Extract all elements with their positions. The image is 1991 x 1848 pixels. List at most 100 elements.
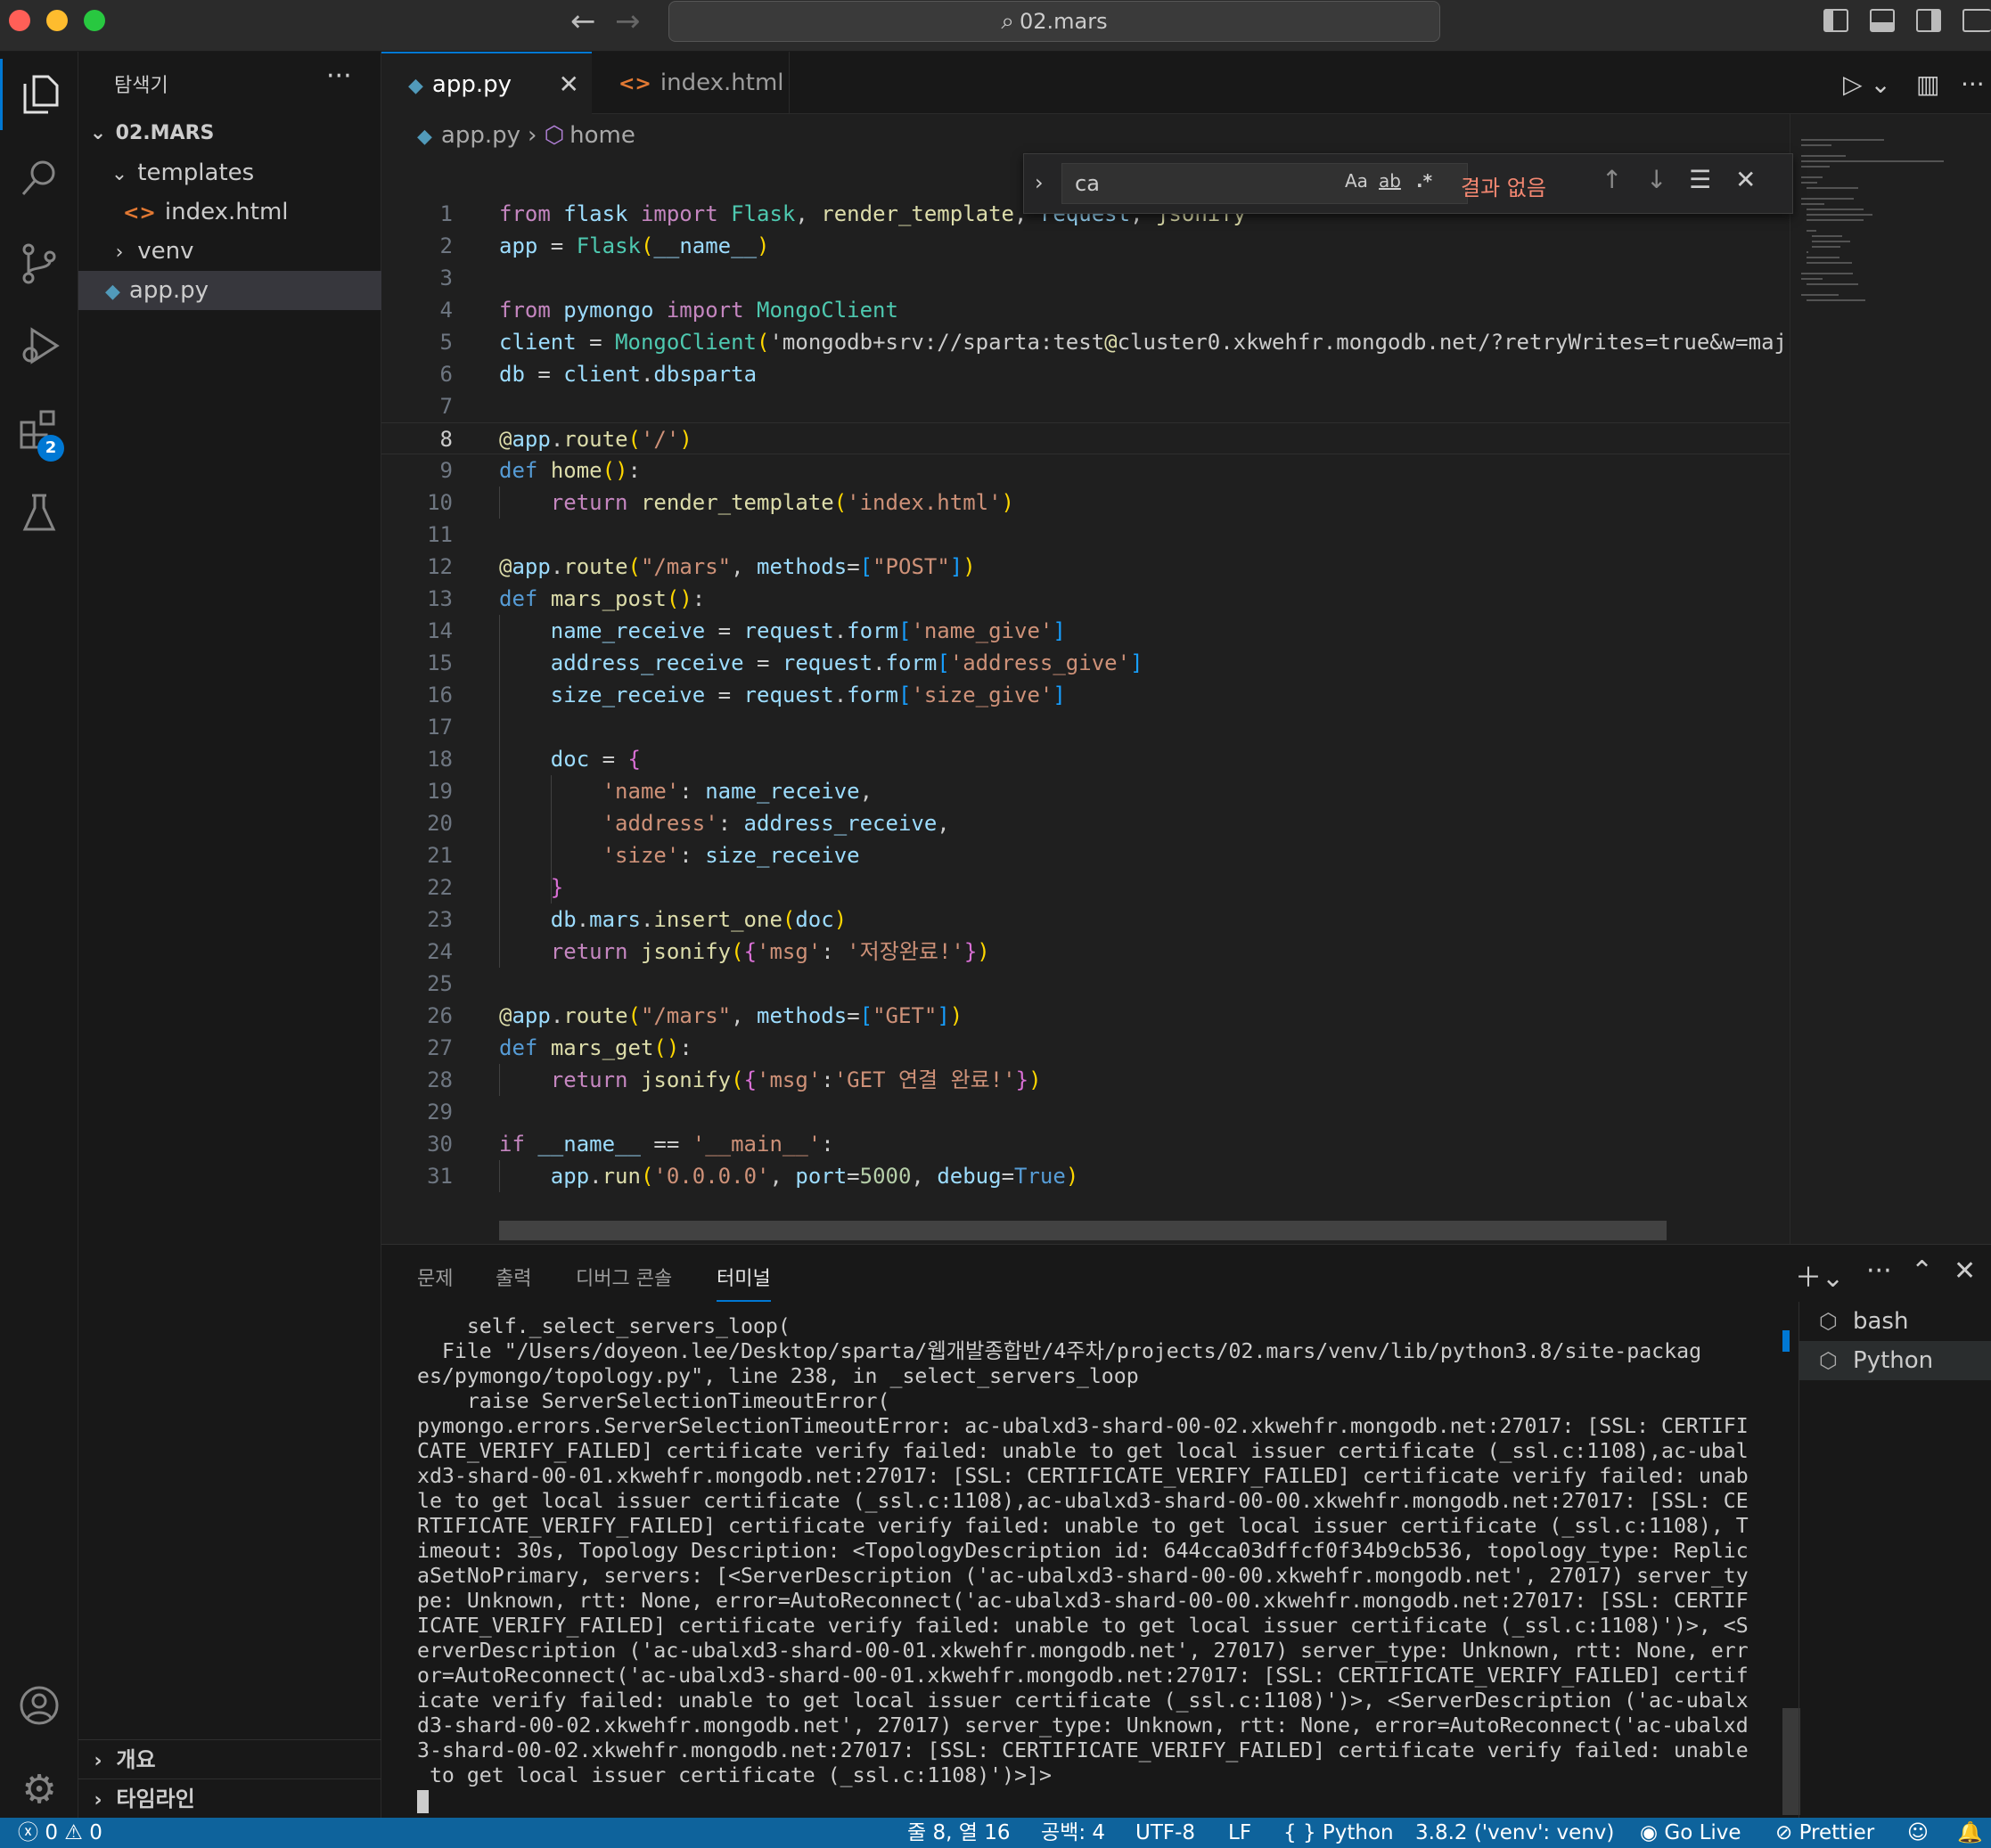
tab-terminal[interactable]: 터미널	[717, 1263, 771, 1302]
code-line[interactable]: 22 }	[381, 871, 1790, 904]
account-icon[interactable]	[0, 1670, 78, 1741]
code-line[interactable]: 27 def mars_get():	[381, 1032, 1790, 1064]
code-line[interactable]: 20 'address': address_receive,	[381, 807, 1790, 839]
code-line[interactable]: 17	[381, 711, 1790, 743]
code-line[interactable]: 13 def mars_post():	[381, 583, 1790, 615]
more-actions-icon[interactable]: ···	[1866, 1255, 1892, 1287]
code-line[interactable]: 4 from pymongo import MongoClient	[381, 294, 1790, 326]
tree-item-index-html[interactable]: <> index.html	[78, 192, 381, 232]
search-icon[interactable]	[0, 143, 78, 214]
minimize-window-button[interactable]	[46, 10, 68, 31]
toggle-sidebar-icon[interactable]	[1823, 9, 1848, 32]
tab-problems[interactable]: 문제	[417, 1263, 453, 1291]
settings-gear-icon[interactable]: ⚙	[0, 1754, 78, 1825]
code-line[interactable]: 3	[381, 262, 1790, 294]
new-terminal-icon[interactable]: ＋⌄	[1795, 1255, 1844, 1295]
terminal-scrollbar[interactable]	[1782, 1708, 1800, 1815]
code-line[interactable]: 12 @app.route("/mars", methods=["POST"])	[381, 551, 1790, 583]
horizontal-scrollbar[interactable]	[499, 1221, 1667, 1240]
code-line[interactable]: 16 size_receive = request.form['size_giv…	[381, 679, 1790, 711]
code-line[interactable]: 14 name_receive = request.form['name_giv…	[381, 615, 1790, 647]
code-line[interactable]: 8 @app.route('/')	[381, 422, 1790, 454]
timeline-label: 타임라인	[116, 1787, 195, 1811]
arrow-up-icon[interactable]: ↑	[1602, 165, 1622, 194]
close-icon[interactable]: ✕	[1735, 165, 1756, 194]
close-icon[interactable]: ✕	[1954, 1255, 1976, 1287]
tab-app-py[interactable]: ◆ app.py ✕	[381, 52, 592, 114]
code-line[interactable]: 31 app.run('0.0.0.0', port=5000, debug=T…	[381, 1160, 1790, 1192]
tree-item-app-py[interactable]: ◆ app.py	[78, 271, 381, 310]
encoding[interactable]: UTF-8	[1135, 1818, 1195, 1848]
arrow-down-icon[interactable]: ↓	[1646, 165, 1667, 194]
testing-icon[interactable]	[0, 478, 78, 549]
run-debug-icon[interactable]	[0, 310, 78, 381]
command-center-search[interactable]: ⌕ 02.mars	[668, 1, 1440, 42]
more-actions-icon[interactable]: ···	[1961, 70, 1985, 99]
code-line[interactable]: 10 return render_template('index.html')	[381, 487, 1790, 519]
end-of-line[interactable]: LF	[1228, 1818, 1251, 1848]
code-editor[interactable]: 1 from flask import Flask, render_templat…	[381, 198, 1790, 1192]
feedback-icon[interactable]: ☺	[1907, 1818, 1929, 1848]
arrow-left-icon[interactable]: ←	[570, 5, 596, 37]
code-line[interactable]: 5 client = MongoClient('mongodb+srv://spa…	[381, 326, 1790, 358]
maximize-panel-icon[interactable]: ⌃	[1911, 1255, 1933, 1287]
timeline-section[interactable]: › 타임라인	[78, 1778, 381, 1818]
chevron-right-icon[interactable]: ›	[1035, 170, 1044, 195]
breadcrumb-symbol[interactable]: home	[569, 122, 635, 149]
notifications-bell-icon[interactable]: 🔔	[1957, 1818, 1983, 1848]
minimap[interactable]	[1790, 114, 1991, 1244]
extensions-icon[interactable]: 2	[0, 394, 78, 465]
tab-debug-console[interactable]: 디버그 콘솔	[576, 1263, 672, 1291]
files-icon[interactable]	[0, 59, 78, 130]
customize-layout-icon[interactable]	[1962, 9, 1991, 32]
tab-index-html[interactable]: <> index.html	[592, 52, 790, 114]
tab-output[interactable]: 출력	[496, 1263, 531, 1291]
code-line[interactable]: 7	[381, 390, 1790, 422]
code-line[interactable]: 6 db = client.dbsparta	[381, 358, 1790, 390]
cursor-position[interactable]: 줄 8, 열 16	[907, 1818, 1010, 1848]
source-control-icon[interactable]	[0, 228, 78, 299]
code-line[interactable]: 23 db.mars.insert_one(doc)	[381, 904, 1790, 936]
outline-section[interactable]: › 개요	[78, 1739, 381, 1778]
code-line[interactable]: 9 def home():	[381, 454, 1790, 487]
use-regex-toggle[interactable]: .*	[1416, 170, 1432, 192]
match-whole-word-toggle[interactable]: ab	[1379, 170, 1401, 192]
terminal-item-bash[interactable]: ⬡ bash	[1799, 1302, 1991, 1341]
code-line[interactable]: 29	[381, 1096, 1790, 1128]
code-line[interactable]: 2 app = Flask(__name__)	[381, 230, 1790, 262]
problems-status[interactable]: ⓧ 0 ⚠ 0	[18, 1818, 102, 1848]
toggle-panel-icon[interactable]	[1870, 9, 1895, 32]
prettier-button[interactable]: ⊘ Prettier	[1775, 1818, 1874, 1848]
tree-root-folder[interactable]: ⌄ 02.MARS	[78, 114, 381, 153]
go-live-button[interactable]: ◉ Go Live	[1640, 1818, 1741, 1848]
python-interpreter[interactable]: 3.8.2 ('venv': venv)	[1415, 1818, 1614, 1848]
maximize-window-button[interactable]	[84, 10, 105, 31]
find-in-selection-icon[interactable]: ☰	[1689, 165, 1711, 194]
terminal-output[interactable]: self._select_servers_loop( File "/Users/…	[417, 1314, 1790, 1813]
code-line[interactable]: 26 @app.route("/mars", methods=["GET"])	[381, 1000, 1790, 1032]
code-line[interactable]: 11	[381, 519, 1790, 551]
close-icon[interactable]: ✕	[559, 53, 579, 116]
code-line[interactable]: 21 'size': size_receive	[381, 839, 1790, 871]
find-input[interactable]	[1061, 163, 1468, 204]
code-line[interactable]: 24 return jsonify({'msg': '저장완료!'})	[381, 936, 1790, 968]
match-case-toggle[interactable]: Aa	[1345, 170, 1368, 192]
close-window-button[interactable]	[9, 10, 30, 31]
tree-item-venv[interactable]: › venv	[78, 232, 381, 271]
arrow-right-icon[interactable]: →	[615, 5, 641, 37]
code-line[interactable]: 19 'name': name_receive,	[381, 775, 1790, 807]
breadcrumb-file[interactable]: app.py	[441, 122, 520, 149]
run-python-icon[interactable]: ▷ ⌄	[1843, 70, 1891, 99]
code-line[interactable]: 25	[381, 968, 1790, 1000]
code-line[interactable]: 30 if __name__ == '__main__':	[381, 1128, 1790, 1160]
more-actions-icon[interactable]: ···	[326, 61, 352, 92]
code-line[interactable]: 18 doc = {	[381, 743, 1790, 775]
tree-item-templates[interactable]: ⌄ templates	[78, 153, 381, 192]
code-line[interactable]: 15 address_receive = request.form['addre…	[381, 647, 1790, 679]
code-line[interactable]: 28 return jsonify({'msg':'GET 연결 완료!'})	[381, 1064, 1790, 1096]
language-mode[interactable]: { } Python	[1283, 1818, 1394, 1848]
toggle-secondary-sidebar-icon[interactable]	[1916, 9, 1941, 32]
indentation[interactable]: 공백: 4	[1041, 1818, 1105, 1848]
split-editor-icon[interactable]: ▥	[1916, 70, 1939, 99]
terminal-item-python[interactable]: ⬡ Python	[1799, 1341, 1991, 1380]
